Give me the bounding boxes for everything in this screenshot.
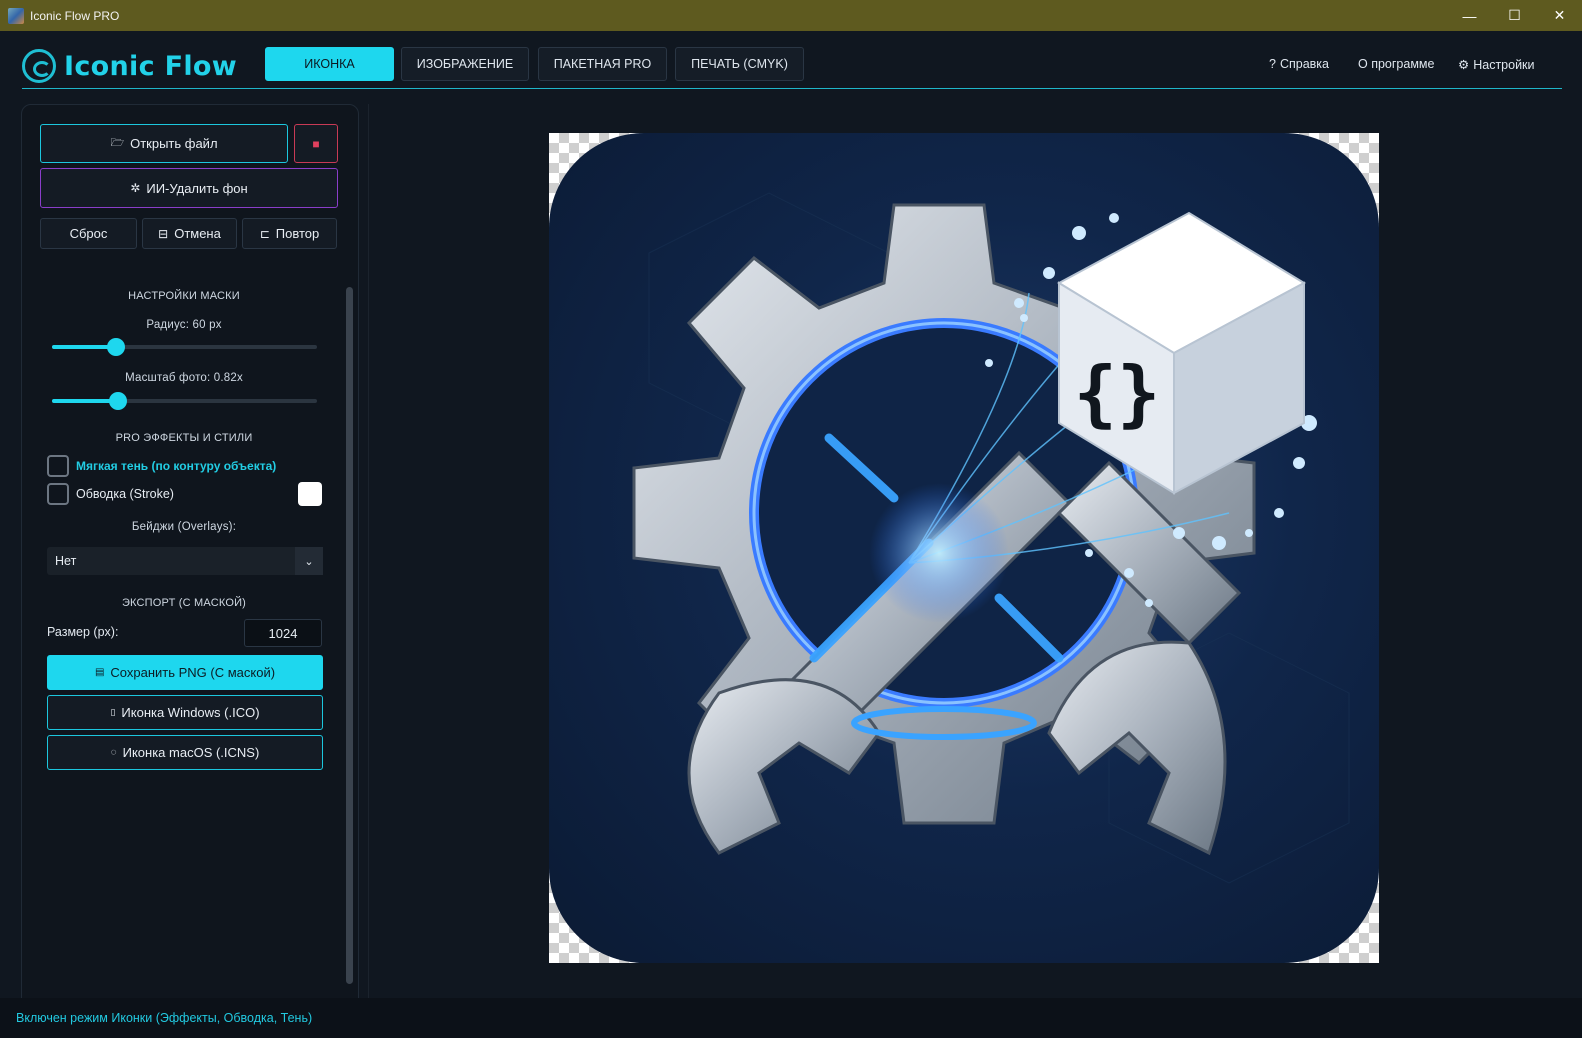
- status-bar: Включен режим Иконки (Эффекты, Обводка, …: [0, 998, 1582, 1038]
- chevron-down-icon[interactable]: ⌄: [295, 547, 323, 575]
- icon-preview-image: {}: [549, 133, 1379, 963]
- settings-label: Настройки: [1473, 57, 1535, 72]
- reset-button[interactable]: Сброс: [40, 218, 137, 249]
- redo-label: Повтор: [275, 226, 320, 241]
- gear-wrench-cube-artwork: {}: [632, 192, 1350, 884]
- effects-heading: PRO ЭФФЕКТЫ И СТИЛИ: [115, 432, 253, 444]
- save-icon: ▤: [94, 667, 105, 678]
- mask-settings-heading: НАСТРОЙКИ МАСКИ: [128, 290, 240, 302]
- stroke-checkbox[interactable]: [47, 483, 69, 505]
- badges-select[interactable]: Нет ⌄: [47, 547, 323, 575]
- save-png-button[interactable]: ▤ Сохранить PNG (С маской): [47, 655, 323, 690]
- magic-icon: ✲: [130, 181, 141, 195]
- tab-print-cmyk[interactable]: ПЕЧАТЬ (CMYK): [675, 47, 804, 81]
- settings-link[interactable]: ⚙ Настройки: [1458, 57, 1535, 73]
- redo-icon: ⊏: [259, 226, 270, 241]
- soft-shadow-label[interactable]: Мягкая тень (по контуру объекта): [76, 459, 276, 473]
- scale-slider[interactable]: [52, 392, 317, 410]
- close-button[interactable]: ✕: [1537, 0, 1582, 31]
- question-icon: ?: [1269, 57, 1276, 71]
- panel-divider: [368, 104, 369, 1029]
- reset-label: Сброс: [69, 226, 108, 241]
- window-title: Iconic Flow PRO: [30, 8, 120, 23]
- maximize-button[interactable]: ☐: [1492, 0, 1537, 31]
- logo: Iconic Flow: [22, 49, 237, 83]
- about-link[interactable]: О программе: [1358, 57, 1434, 71]
- tab-batch-pro[interactable]: ПАКЕТНАЯ PRO: [538, 47, 667, 81]
- logo-text: Iconic Flow: [64, 50, 237, 82]
- logo-icon: [22, 49, 56, 83]
- undo-button[interactable]: ⊟ Отмена: [142, 218, 237, 249]
- macos-icns-label: Иконка macOS (.ICNS): [122, 745, 260, 760]
- stroke-label[interactable]: Обводка (Stroke): [76, 487, 174, 501]
- window-controls: — ☐ ✕: [1447, 0, 1582, 31]
- scale-label: Масштаб фото: 0.82x: [125, 372, 243, 384]
- radius-slider-handle[interactable]: [106, 338, 125, 356]
- about-label: О программе: [1358, 57, 1435, 71]
- cube-braces-text: {}: [1074, 351, 1161, 435]
- app-header: Iconic Flow ИКОНКА ИЗОБРАЖЕНИЕ ПАКЕТНАЯ …: [22, 31, 1562, 89]
- help-label: Справка: [1279, 57, 1329, 71]
- macos-icns-button[interactable]: ◌ Иконка macOS (.ICNS): [47, 735, 323, 770]
- tab-image[interactable]: ИЗОБРАЖЕНИЕ: [401, 47, 529, 81]
- windows-ico-button[interactable]: ▯ Иконка Windows (.ICO): [47, 695, 323, 730]
- size-input[interactable]: 1024: [244, 619, 322, 647]
- radius-label: Радиус: 60 px: [146, 319, 222, 331]
- ai-remove-bg-button[interactable]: ✲ ИИ-Удалить фон: [40, 168, 338, 208]
- app-icon: [8, 7, 24, 24]
- apple-icon: ◌: [110, 747, 117, 758]
- trash-icon: ■: [312, 136, 320, 151]
- size-label: Размер (px):: [47, 625, 119, 639]
- stroke-color-swatch[interactable]: [298, 482, 322, 506]
- windows-icon: ▯: [110, 707, 116, 717]
- preview-canvas[interactable]: {}: [549, 133, 1379, 963]
- status-text: Включен режим Иконки (Эффекты, Обводка, …: [16, 1011, 313, 1025]
- title-bar: Iconic Flow PRO — ☐ ✕: [0, 0, 1582, 31]
- undo-icon: ⊟: [158, 226, 169, 241]
- save-png-label: Сохранить PNG (С маской): [110, 665, 276, 680]
- badges-label: Бейджи (Overlays):: [131, 521, 237, 533]
- tab-icon[interactable]: ИКОНКА: [265, 47, 394, 81]
- export-heading: ЭКСПОРТ (С МАСКОЙ): [121, 597, 247, 609]
- minimize-button[interactable]: —: [1447, 0, 1492, 31]
- scale-slider-handle[interactable]: [109, 392, 128, 410]
- open-file-label: Открыть файл: [130, 136, 218, 151]
- badges-value: Нет: [55, 554, 77, 568]
- undo-label: Отмена: [174, 226, 221, 241]
- help-link[interactable]: ? Справка: [1269, 57, 1329, 71]
- radius-slider[interactable]: [52, 338, 317, 356]
- app-window: Iconic Flow ИКОНКА ИЗОБРАЖЕНИЕ ПАКЕТНАЯ …: [0, 31, 1582, 1038]
- delete-button[interactable]: ■: [294, 124, 338, 163]
- sidebar-scrollbar[interactable]: [346, 287, 353, 984]
- sidebar-panel: 🗁 Открыть файл ■ ✲ ИИ-Удалить фон Сброс …: [21, 104, 359, 1029]
- folder-icon: 🗁: [110, 137, 125, 149]
- soft-shadow-checkbox[interactable]: [47, 455, 69, 477]
- redo-button[interactable]: ⊏ Повтор: [242, 218, 337, 249]
- ai-remove-bg-label: ИИ-Удалить фон: [146, 180, 248, 196]
- open-file-button[interactable]: 🗁 Открыть файл: [40, 124, 288, 163]
- gear-icon: ⚙: [1458, 58, 1470, 72]
- windows-ico-label: Иконка Windows (.ICO): [121, 705, 260, 720]
